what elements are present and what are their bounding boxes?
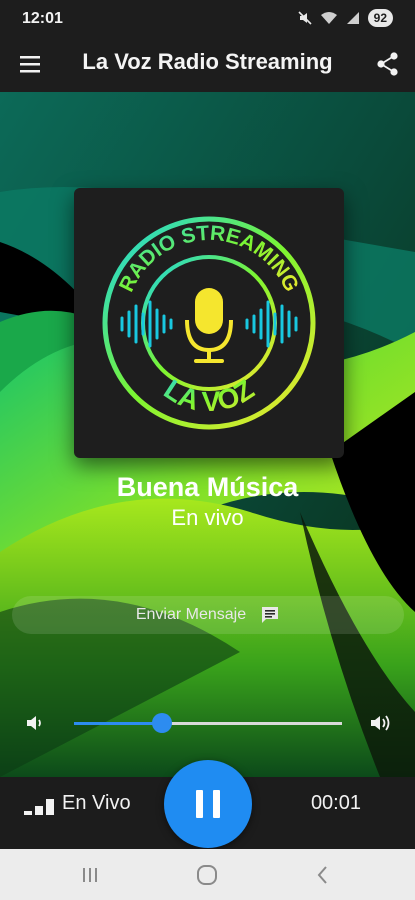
battery-icon: 92 — [367, 9, 393, 27]
send-message-label: Enviar Mensaje — [135, 606, 247, 623]
status-bar: 12:01 92 — [0, 0, 415, 38]
status-time: 12:01 — [22, 10, 63, 27]
back-icon[interactable] — [311, 863, 335, 887]
volume-fill — [74, 722, 163, 725]
volume-high-icon[interactable] — [369, 712, 393, 734]
status-icons: 92 — [298, 9, 393, 27]
song-subtitle: En vivo — [171, 505, 244, 530]
volume-slider[interactable] — [74, 712, 342, 734]
mute-icon — [298, 11, 312, 25]
recents-icon[interactable] — [78, 863, 102, 887]
album-art: RADIO STREAMING LA VOZ — [74, 188, 344, 458]
send-message-button[interactable]: Enviar Mensaje — [12, 596, 404, 634]
home-icon[interactable] — [195, 863, 219, 887]
signal-icon — [24, 799, 54, 815]
system-nav-bar — [0, 849, 415, 900]
share-icon[interactable] — [375, 51, 401, 77]
message-icon — [262, 607, 279, 623]
volume-thumb[interactable] — [152, 713, 173, 733]
radio-logo: RADIO STREAMING LA VOZ — [102, 216, 316, 430]
app-title: La Voz Radio Streaming — [82, 49, 333, 74]
svg-text:LA VOZ: LA VOZ — [159, 373, 260, 417]
wifi-icon — [320, 12, 337, 24]
volume-low-icon[interactable] — [24, 712, 46, 734]
app-bar: La Voz Radio Streaming — [0, 38, 415, 92]
pause-icon — [196, 790, 203, 818]
signal-bars-icon — [346, 12, 359, 24]
live-label: En Vivo — [62, 792, 131, 814]
elapsed-time: 00:01 — [310, 792, 361, 814]
song-title: Buena Música — [116, 472, 299, 502]
pause-button[interactable] — [164, 760, 252, 848]
pause-icon — [213, 790, 220, 818]
